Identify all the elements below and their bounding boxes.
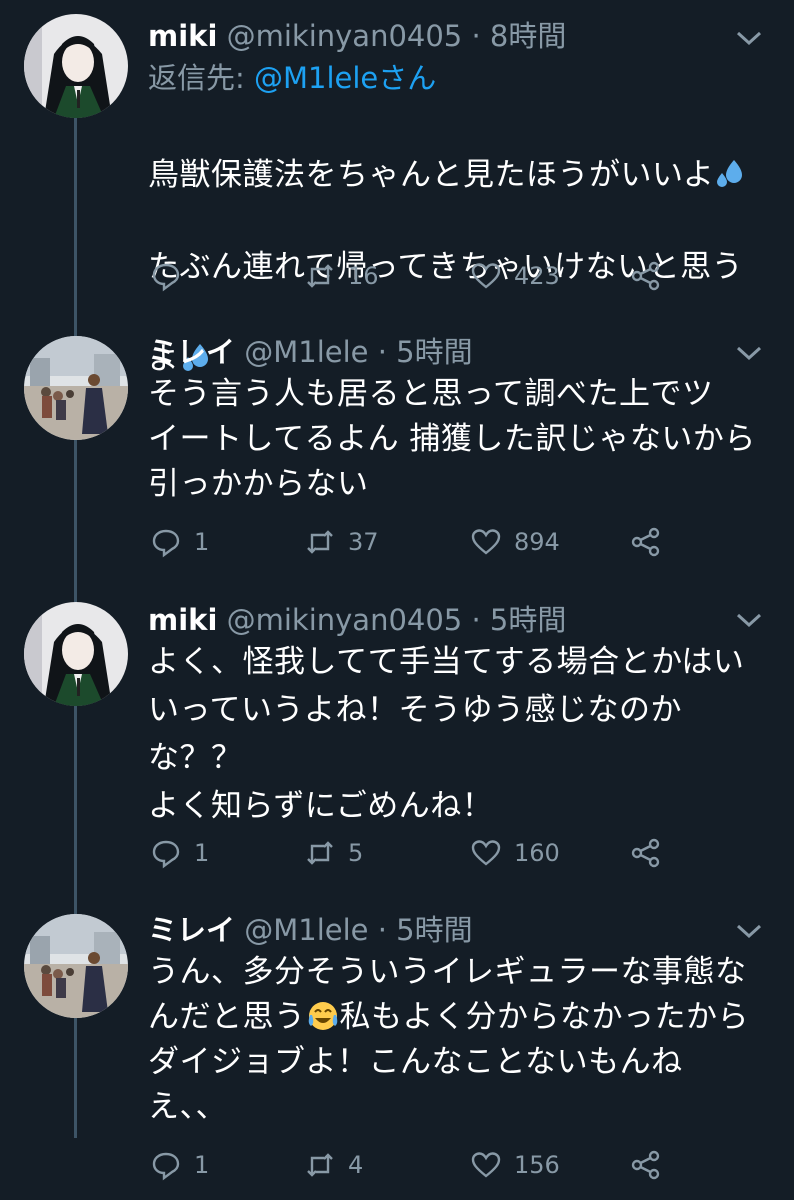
share-button[interactable]	[630, 1145, 662, 1185]
separator-dot: ·	[462, 603, 490, 637]
like-count: 160	[514, 839, 560, 867]
like-count: 423	[514, 262, 560, 290]
like-button[interactable]: 160	[470, 833, 560, 873]
chevron-down-icon[interactable]	[734, 921, 764, 941]
chevron-down-icon[interactable]	[734, 610, 764, 630]
avatar-miki[interactable]	[24, 14, 128, 118]
reply-button[interactable]: 1	[150, 522, 209, 562]
like-icon	[471, 1152, 501, 1178]
tweet-header: miki @mikinyan0405 · 8時間	[148, 18, 566, 54]
tweet-text: そう言う人も居ると思って調べた上でツ イートしてるよん 捕獲した訳じゃないから …	[148, 376, 756, 502]
like-button[interactable]: 423	[470, 256, 560, 296]
like-count: 156	[514, 1151, 560, 1179]
tweet-text-line-1: 鳥獣保護法をちゃんと見たほうがいいよ	[148, 157, 715, 193]
share-icon	[631, 261, 660, 291]
display-name[interactable]: ミレイ	[148, 913, 235, 947]
reply-context: 返信先: @M1leleさん	[148, 60, 436, 96]
tweet-actions: 16 423	[150, 256, 710, 296]
tweet-actions: 1 4 156	[150, 1145, 710, 1185]
share-button[interactable]	[630, 256, 662, 296]
sweat-droplets-emoji	[717, 160, 743, 187]
retweet-icon	[307, 1153, 333, 1177]
reply-count: 1	[194, 1151, 210, 1179]
reply-button[interactable]: 1	[150, 833, 209, 873]
tweet-header: miki @mikinyan0405 · 5時間	[148, 602, 566, 638]
share-button[interactable]	[630, 522, 662, 562]
retweet-count: 4	[348, 1151, 364, 1179]
retweet-icon	[307, 530, 333, 554]
like-button[interactable]: 894	[470, 522, 560, 562]
tweet-text: よく、怪我してて手当てする場合とかはい いっていうよね！そうゆう感じなのか な？…	[148, 644, 745, 824]
avatar-miki[interactable]	[24, 602, 128, 706]
timestamp[interactable]: 5時間	[396, 913, 472, 947]
timestamp[interactable]: 5時間	[490, 603, 566, 637]
separator-dot: ·	[462, 19, 490, 53]
display-name[interactable]: miki	[148, 603, 217, 637]
retweet-count: 16	[348, 262, 379, 290]
retweet-icon	[307, 264, 333, 288]
separator-dot: ·	[368, 913, 397, 947]
tears-of-joy-emoji	[308, 1002, 337, 1030]
share-icon	[631, 527, 660, 557]
avatar-mirei[interactable]	[24, 914, 128, 1018]
reply-count: 1	[194, 839, 210, 867]
like-icon	[471, 529, 501, 555]
reply-icon	[152, 1152, 180, 1181]
reply-button[interactable]: 1	[150, 1145, 209, 1185]
handle[interactable]: @mikinyan0405	[227, 19, 463, 53]
retweet-count: 37	[348, 528, 379, 556]
reply-to-mention[interactable]: @M1leleさん	[254, 61, 436, 95]
tweet-actions: 1 37 894	[150, 522, 710, 562]
tweet-actions: 1 5 160	[150, 833, 710, 873]
like-button[interactable]: 156	[470, 1145, 560, 1185]
chevron-down-icon[interactable]	[734, 28, 764, 48]
reply-button[interactable]	[150, 256, 194, 296]
share-icon	[631, 1150, 660, 1180]
avatar-mirei[interactable]	[24, 336, 128, 440]
reply-icon	[152, 263, 180, 292]
like-icon	[471, 263, 501, 289]
retweet-button[interactable]: 4	[304, 1145, 363, 1185]
retweet-button[interactable]: 5	[304, 833, 363, 873]
separator-dot: ·	[368, 335, 397, 369]
retweet-button[interactable]: 16	[304, 256, 379, 296]
reply-icon	[152, 529, 180, 558]
tweet-header: ミレイ @M1lele · 5時間	[148, 334, 473, 370]
retweet-button[interactable]: 37	[304, 522, 379, 562]
handle[interactable]: @M1lele	[244, 335, 368, 369]
tweet-header: ミレイ @M1lele · 5時間	[148, 912, 473, 948]
reply-icon	[152, 840, 180, 869]
reply-count: 1	[194, 528, 210, 556]
chevron-down-icon[interactable]	[734, 343, 764, 363]
display-name[interactable]: miki	[148, 19, 217, 53]
like-count: 894	[514, 528, 560, 556]
timestamp[interactable]: 8時間	[490, 19, 566, 53]
share-icon	[631, 838, 660, 868]
reply-prefix: 返信先:	[148, 61, 254, 95]
retweet-count: 5	[348, 839, 364, 867]
retweet-icon	[307, 841, 333, 865]
share-button[interactable]	[630, 833, 662, 873]
handle[interactable]: @M1lele	[244, 913, 368, 947]
handle[interactable]: @mikinyan0405	[227, 603, 463, 637]
timestamp[interactable]: 5時間	[396, 335, 472, 369]
like-icon	[471, 840, 501, 866]
display-name[interactable]: ミレイ	[148, 335, 235, 369]
tweet-text: うん、多分そういうイレギュラーな事態な んだと思う 私もよく分からなかったから ダ…	[148, 950, 778, 1130]
